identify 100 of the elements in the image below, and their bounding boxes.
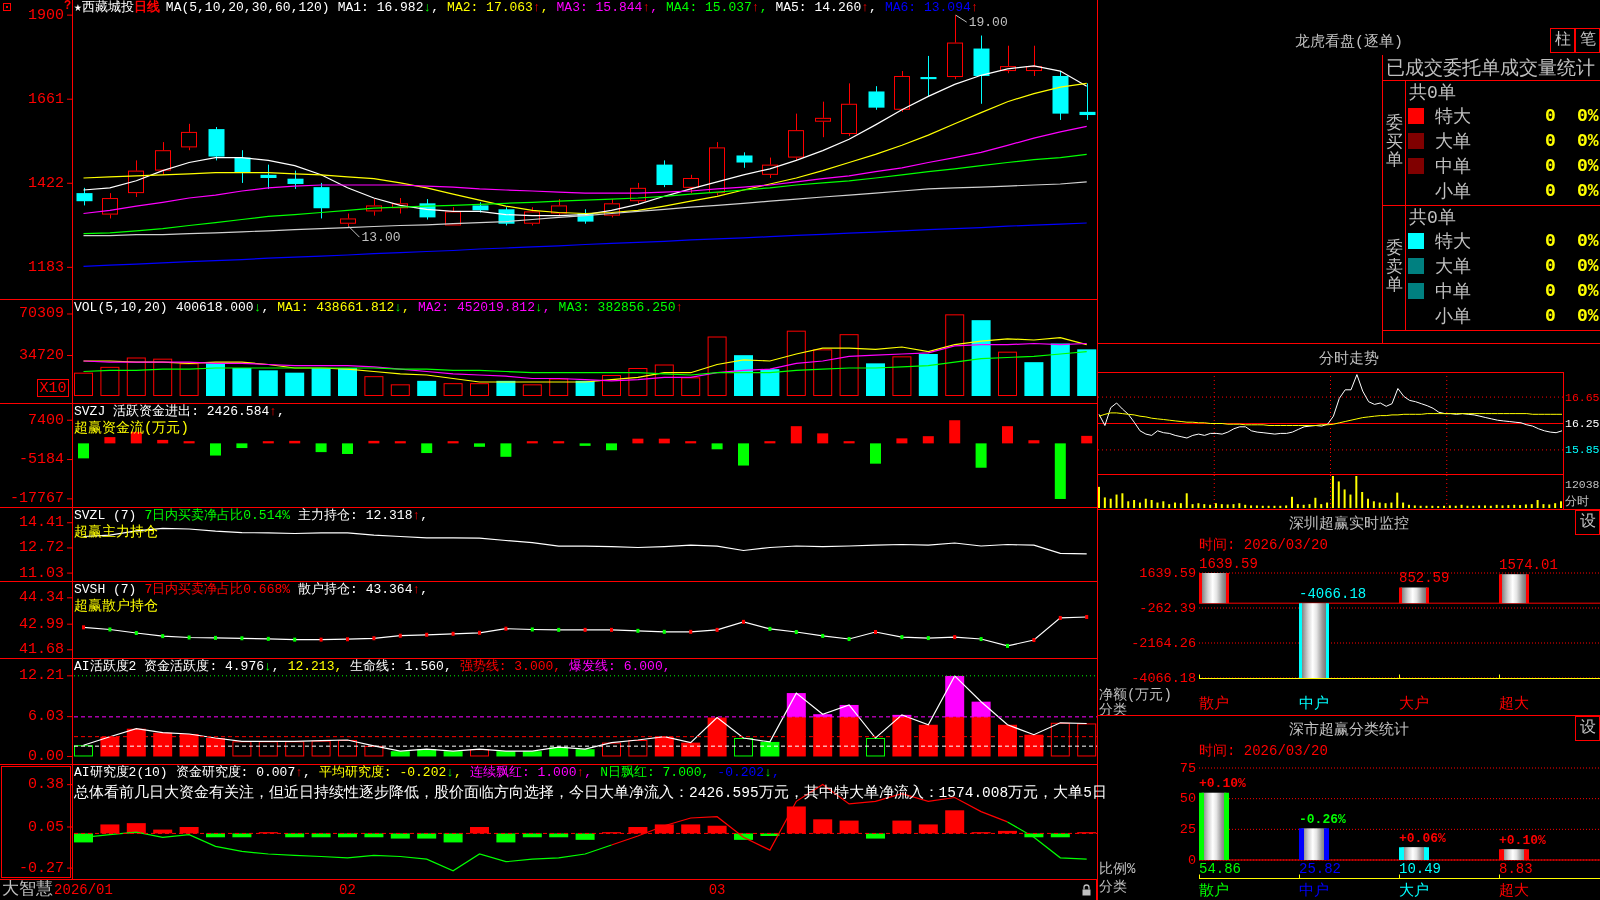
- settings-button[interactable]: 设: [1575, 510, 1600, 535]
- order-count: 0: [1545, 105, 1556, 126]
- order-share: 0%: [1577, 255, 1599, 276]
- research-bar: [681, 824, 701, 834]
- order-share: 0%: [1577, 305, 1599, 326]
- volume-bar: [549, 378, 569, 396]
- volume-bar: [522, 384, 542, 396]
- fund-flow-bar: [870, 443, 881, 464]
- axis-label: 70309: [19, 305, 64, 323]
- order-count: 0: [1545, 255, 1556, 276]
- indicator-subtitle: 超赢散户持仓: [74, 598, 158, 614]
- volume-bar: [338, 368, 357, 396]
- fund-flow-bar: [949, 420, 961, 444]
- axis-title: 分类: [1099, 702, 1127, 715]
- fund-flow-bar: [262, 441, 274, 444]
- indicator-value: MA1: 16.982↓,: [337, 0, 440, 16]
- net-amount-bar: [1399, 586, 1429, 605]
- activity-bar: [602, 742, 621, 757]
- order-size-label: 中单: [1435, 280, 1471, 303]
- date-label: 2026/01: [54, 882, 113, 898]
- point-marker: [689, 629, 693, 634]
- research-bar: [74, 833, 93, 843]
- settings-button[interactable]: 设: [1575, 716, 1600, 741]
- price-callout: 19.00: [955, 14, 1008, 30]
- indicator-value: MA5: 14.260↑,: [775, 0, 877, 16]
- indicator-value: MA2: 452019.812↓,: [417, 300, 551, 316]
- indicator-subtitle: 超赢资金流(万元): [74, 420, 189, 436]
- point-marker: [372, 636, 376, 641]
- candlestick: [524, 206, 540, 226]
- value-label: 25.82: [1299, 861, 1341, 877]
- panel-title: 分时走势: [1319, 349, 1379, 368]
- order-count: 0: [1545, 280, 1556, 301]
- candlestick: [604, 198, 620, 218]
- fund-flow-bar: [474, 443, 485, 447]
- view-toggle-button[interactable]: 柱: [1550, 28, 1575, 53]
- point-marker: [583, 627, 587, 632]
- axis-label: 25: [1179, 821, 1196, 837]
- point-marker: [847, 637, 851, 642]
- point-marker: [821, 633, 825, 638]
- candlestick: [128, 159, 144, 198]
- point-marker: [715, 627, 719, 632]
- axis-label: 44.34: [19, 589, 64, 607]
- research-bar: [628, 827, 648, 834]
- candlestick: [340, 213, 356, 227]
- order-size-label: 特大: [1435, 105, 1471, 128]
- volume-bar: [998, 351, 1017, 396]
- candlestick: [551, 198, 567, 217]
- order-count: 0: [1545, 155, 1556, 176]
- activity-bar: [522, 751, 542, 757]
- order-size-label: 小单: [1435, 180, 1471, 203]
- research-bar: [786, 806, 806, 834]
- candlestick: [656, 159, 673, 188]
- indicator-value: 资金活跃度: 4.976↓,: [144, 659, 280, 675]
- point-marker: [610, 627, 613, 632]
- view-toggle-button[interactable]: 笔: [1575, 28, 1600, 53]
- indicator-value: 强势线: 3.000,: [459, 659, 562, 675]
- point-marker: [134, 631, 138, 635]
- fund-flow-bar: [790, 426, 802, 444]
- indicator-name: AI活跃度2: [74, 659, 137, 675]
- volume-bar: [1077, 349, 1097, 396]
- axis-label: 6.03: [28, 708, 64, 726]
- candlestick: [498, 206, 515, 226]
- point-marker: [504, 626, 508, 631]
- point-marker: [451, 631, 455, 636]
- volume-bar: [918, 354, 938, 396]
- point-marker: [346, 637, 349, 642]
- axis-label: -2164.26: [1131, 635, 1196, 651]
- volume-title: 分时: [1565, 494, 1589, 508]
- fund-flow-bar: [500, 443, 512, 457]
- research-bar: [654, 824, 674, 834]
- fund-flow-bar: [738, 443, 749, 466]
- candlestick: [208, 126, 225, 161]
- candlestick: [313, 182, 330, 219]
- help-mark[interactable]: ?: [64, 0, 72, 13]
- fund-flow-bar: [685, 441, 697, 444]
- candlestick: [1026, 45, 1042, 77]
- fund-flow-bar: [210, 443, 221, 456]
- research-bar: [575, 833, 595, 840]
- candlestick: [366, 198, 382, 217]
- volume-bar: [866, 363, 885, 396]
- research-bar: [839, 820, 859, 834]
- research-bar: [470, 827, 489, 834]
- activity-bar: [1050, 722, 1070, 757]
- research-bar: [760, 833, 780, 836]
- category-label: 散户: [1199, 882, 1229, 900]
- candlestick: [419, 198, 436, 220]
- research-bar: [153, 829, 173, 834]
- volume-bar: [100, 366, 120, 396]
- value-label: 1574.01: [1499, 557, 1558, 574]
- change-label: -0.26%: [1299, 811, 1346, 827]
- candlestick: [287, 170, 304, 190]
- activity-bar: [628, 739, 648, 757]
- star-icon: ★: [74, 0, 82, 16]
- category-label: 大户: [1399, 695, 1429, 713]
- indicator-value: 爆发线: 6.000,: [569, 659, 671, 675]
- point-marker: [293, 637, 297, 642]
- value-label: 8.83: [1499, 861, 1533, 877]
- point-marker: [662, 629, 666, 634]
- candlestick: [181, 123, 197, 151]
- research-bar: [364, 833, 384, 838]
